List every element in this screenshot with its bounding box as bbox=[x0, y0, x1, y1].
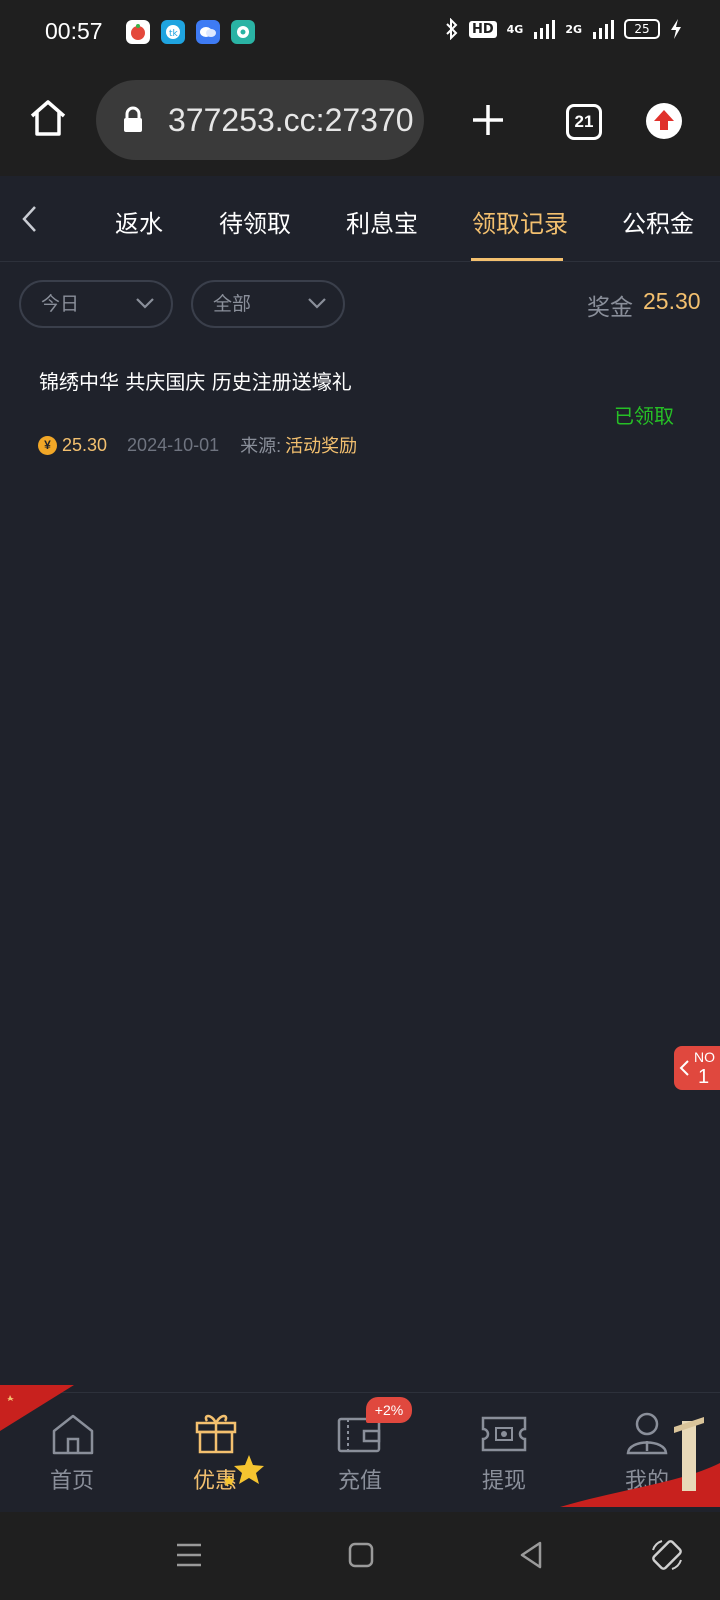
network-2g-label: 2G bbox=[565, 22, 582, 36]
bonus-label: 奖金 bbox=[587, 295, 633, 321]
chat-app-icon bbox=[196, 20, 220, 44]
chevron-left-icon bbox=[679, 1060, 689, 1076]
system-indicators: HD 4G 2G 25 bbox=[445, 18, 682, 40]
chevron-down-icon bbox=[308, 298, 326, 309]
record-title: 锦绣中华 共庆国庆 历史注册送壕礼 bbox=[39, 370, 352, 394]
nav-recharge-label: 充值 bbox=[337, 1469, 382, 1494]
type-filter-value: 全部 bbox=[213, 293, 252, 315]
gift-icon bbox=[195, 1414, 237, 1454]
system-navigation-bar bbox=[0, 1512, 720, 1600]
tab-count: 21 bbox=[574, 112, 594, 131]
status-bar: 00:57 tk HD 4G 2G 25 bbox=[0, 0, 720, 64]
back-chevron-icon[interactable] bbox=[20, 204, 40, 234]
new-tab-icon[interactable] bbox=[470, 102, 506, 138]
signal-strength-2-icon bbox=[593, 20, 614, 39]
star-decoration-icon bbox=[223, 1455, 264, 1486]
record-status: 已领取 bbox=[614, 404, 674, 428]
red-ribbon-right-decoration bbox=[560, 1417, 720, 1507]
back-triangle-icon[interactable] bbox=[518, 1540, 544, 1570]
battery-level: 25 bbox=[634, 22, 650, 36]
menu-icon[interactable] bbox=[176, 1542, 202, 1568]
category-tabs: 返水 待领取 利息宝 领取记录 公积金 bbox=[0, 176, 720, 262]
address-bar[interactable]: 377253.cc:27370 bbox=[96, 80, 424, 160]
hd-badge: HD bbox=[468, 20, 497, 38]
home-icon bbox=[52, 1414, 94, 1455]
home-icon[interactable] bbox=[28, 98, 68, 138]
tomato-app-icon bbox=[126, 20, 150, 44]
browser-toolbar: 377253.cc:27370 21 bbox=[0, 64, 720, 176]
type-filter-select[interactable]: 全部 bbox=[191, 280, 345, 328]
date-filter-select[interactable]: 今日 bbox=[19, 280, 173, 328]
tab-rebate[interactable]: 返水 bbox=[115, 204, 163, 239]
float-badge-bottom: 1 bbox=[698, 1066, 710, 1088]
record-source-label: 来源: bbox=[240, 436, 282, 456]
notification-icons: tk bbox=[126, 20, 255, 44]
float-badge-top: NO bbox=[694, 1049, 715, 1065]
tab-pending[interactable]: 待领取 bbox=[219, 204, 291, 239]
bluetooth-icon bbox=[446, 18, 458, 40]
record-meta: ¥ 25.30 2024-10-01 来源: 活动奖励 bbox=[38, 432, 357, 458]
charging-icon bbox=[671, 19, 681, 39]
bonus-total: 25.30 bbox=[643, 288, 701, 314]
nav-home-label: 首页 bbox=[49, 1469, 94, 1494]
rotate-screen-icon[interactable] bbox=[650, 1538, 684, 1572]
status-time: 00:57 bbox=[45, 18, 103, 44]
upgrade-icon[interactable] bbox=[645, 102, 683, 140]
network-4g-label: 4G bbox=[506, 22, 524, 36]
url-text: 377253.cc:27370 bbox=[168, 102, 414, 138]
chevron-down-icon bbox=[136, 298, 154, 309]
tab-interest[interactable]: 利息宝 bbox=[346, 204, 418, 239]
tab-claim-history[interactable]: 领取记录 bbox=[472, 204, 568, 239]
support-app-icon bbox=[231, 20, 255, 44]
svg-text:tk: tk bbox=[169, 29, 179, 39]
record-source-value: 活动奖励 bbox=[285, 436, 358, 456]
date-filter-value: 今日 bbox=[41, 293, 80, 315]
bottom-navigation: 首页 优惠 充值 提现 我的 bbox=[0, 1385, 720, 1512]
tab-switcher-button[interactable]: 21 bbox=[566, 104, 602, 140]
ticket-icon bbox=[481, 1416, 527, 1452]
nav-withdraw-label: 提现 bbox=[481, 1469, 526, 1494]
lock-icon bbox=[124, 106, 142, 132]
recharge-bonus-badge: +2% bbox=[366, 1397, 412, 1423]
record-date: 2024-10-01 bbox=[127, 434, 220, 455]
record-amount: 25.30 bbox=[62, 434, 108, 455]
coin-icon: ¥ bbox=[38, 435, 57, 455]
messaging-app-icon: tk bbox=[161, 20, 185, 44]
battery-icon: 25 bbox=[624, 19, 660, 39]
signal-strength-icon bbox=[534, 20, 556, 39]
tab-provident-fund[interactable]: 公积金 bbox=[622, 204, 694, 239]
active-tab-indicator bbox=[471, 258, 563, 261]
floating-rank-badge[interactable]: NO 1 bbox=[674, 1046, 720, 1090]
home-square-icon[interactable] bbox=[348, 1542, 374, 1568]
